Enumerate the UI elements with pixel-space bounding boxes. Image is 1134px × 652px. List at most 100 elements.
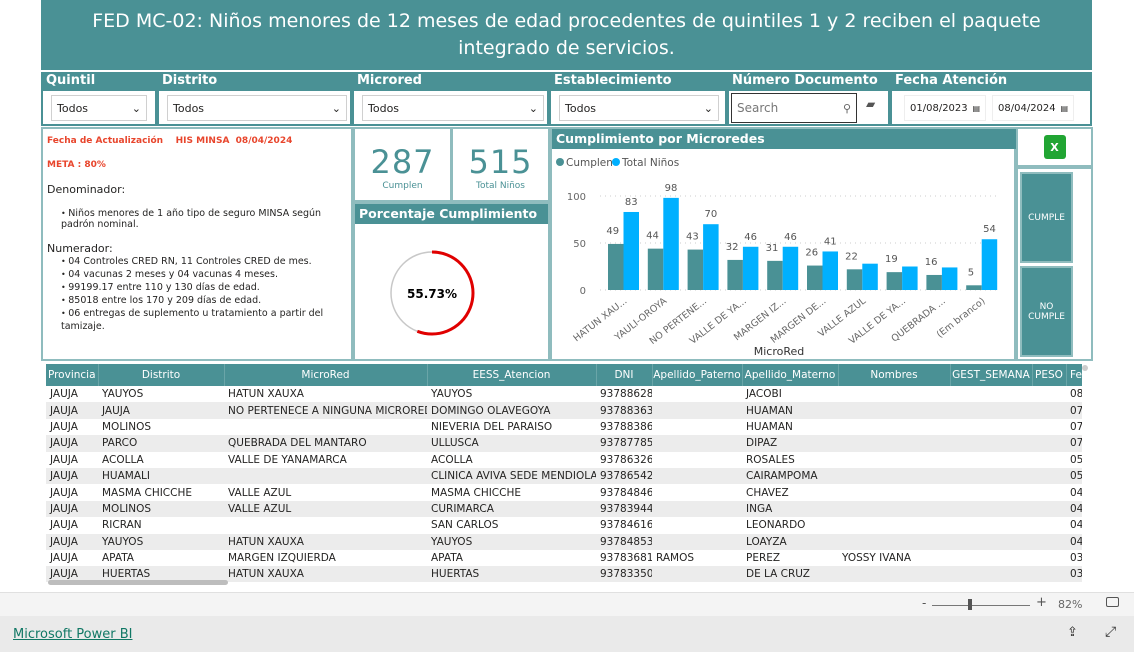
gauge-title: Porcentaje Cumplimiento (355, 204, 548, 224)
column-header[interactable]: Distrito (98, 364, 225, 386)
microred-value: Todos (368, 101, 400, 115)
zoom-slider[interactable] (932, 605, 1030, 606)
zoom-in-button[interactable]: + (1036, 595, 1047, 610)
column-header[interactable]: EESS_Atencion (427, 364, 597, 386)
column-header[interactable]: Apellido_Materno (742, 364, 839, 386)
table-cell (950, 566, 1032, 582)
kpi-total-label: Total Niños (475, 181, 525, 191)
search-input[interactable]: Search (737, 101, 778, 115)
table-cell (652, 419, 742, 435)
table-cell: 03 (1070, 552, 1082, 565)
table-row[interactable]: JAUJA MOLINOS VALLE AZUL CURIMARCA 93783944 I… (46, 500, 1082, 518)
table-cell (1032, 484, 1066, 500)
table-cell: 04 (1070, 519, 1082, 532)
table-cell: JAUJA (50, 486, 78, 499)
no-cumple-button[interactable]: NO CUMPLE (1020, 266, 1073, 357)
fit-to-page-icon[interactable] (1106, 597, 1119, 607)
column-header[interactable]: Fe (1066, 364, 1082, 386)
chevron-down-icon: ⌄ (131, 101, 141, 115)
distrito-filter: Distrito Todos ⌄ (157, 72, 352, 126)
bar-chart: Cumplen Total Niños0501004983HATUN XAU...… (556, 157, 998, 358)
table-cell: 93788386 (600, 420, 652, 433)
table-cell (950, 386, 1032, 402)
table-cell: 93787785 (596, 435, 652, 452)
cumple-button[interactable]: CUMPLE (1020, 172, 1073, 263)
column-header[interactable]: Apellido_Paterno (652, 364, 743, 386)
table-row[interactable]: JAUJA YAUYOS HATUN XAUXA YAUYOS 93788628 JACO… (46, 386, 1082, 402)
bar-cumplen (767, 260, 783, 290)
table-cell: CLINICA AVIVA SEDE MENDIOLA (427, 467, 596, 485)
table-cell: JAUJA (46, 533, 98, 550)
chevron-down-icon: ⌄ (331, 101, 341, 115)
bar-total-niños (862, 263, 878, 290)
microred-chart-panel: Cumplimiento por Microredes Cumplen Total… (550, 127, 1016, 361)
table-cell (1032, 452, 1066, 468)
table-cell: PEREZ (746, 552, 781, 565)
zoom-slider-thumb[interactable] (968, 599, 972, 610)
bar-total-niños (902, 266, 918, 290)
table-cell (1032, 500, 1066, 518)
horizontal-scrollbar[interactable] (48, 580, 228, 585)
list-item: 99199.17 entre 110 y 130 días de edad. (61, 281, 347, 294)
legend-label: Cumplen (566, 157, 613, 169)
table-cell (652, 467, 742, 485)
share-icon[interactable]: ⇪ (1067, 625, 1078, 640)
bar-total-niños (782, 246, 799, 290)
search-icon[interactable]: ⚲ (843, 102, 851, 115)
table-row[interactable]: JAUJA ACOLLA VALLE DE YANAMARCA ACOLLA 93786… (46, 452, 1082, 468)
establecimiento-dropdown[interactable]: Todos ⌄ (559, 95, 719, 121)
table-row[interactable]: JAUJA HUAMALI CLINICA AVIVA SEDE MENDIOLA 9… (46, 467, 1082, 485)
quintil-dropdown[interactable]: Todos ⌄ (51, 95, 147, 121)
table-row[interactable]: JAUJA MOLINOS NIEVERIA DEL PARAISO 93788386… (46, 419, 1082, 435)
table-cell (652, 566, 742, 582)
column-header[interactable]: Provincia (46, 364, 99, 386)
table-row[interactable]: JAUJA YAUYOS HATUN XAUXA YAUYOS 93784853 LOAY… (46, 533, 1082, 550)
column-header[interactable]: PESO (1032, 364, 1067, 386)
table-cell (950, 500, 1032, 518)
numerador-list: 04 Controles CRED RN, 11 Controles CRED … (61, 255, 347, 333)
table-cell (838, 467, 950, 485)
bar-total-niños (941, 267, 958, 290)
microred-dropdown[interactable]: Todos ⌄ (362, 95, 544, 121)
calendar-icon[interactable]: ▤ (1060, 104, 1068, 113)
distrito-dropdown[interactable]: Todos ⌄ (167, 95, 347, 121)
eraser-icon[interactable]: ▰ (866, 97, 875, 111)
x-axis-title: MicroRed (754, 345, 805, 358)
excel-export-button[interactable]: X (1016, 127, 1093, 167)
column-header[interactable]: DNI (596, 364, 653, 386)
column-header[interactable]: GEST_SEMANA (950, 364, 1033, 386)
data-label: 31 (766, 243, 779, 254)
list-item: 04 Controles CRED RN, 11 Controles CRED … (61, 255, 347, 268)
table-cell: ACOLLA (431, 453, 473, 466)
table-row[interactable]: JAUJA PARCO QUEBRADA DEL MANTARO ULLUSCA 937… (46, 435, 1082, 452)
vertical-scrollbar[interactable] (1082, 365, 1088, 371)
documento-search-box[interactable]: Search ⚲ (731, 93, 857, 123)
column-header[interactable]: Nombres (838, 364, 951, 386)
bar-total-niños (981, 239, 998, 290)
table-row[interactable]: JAUJA APATA MARGEN IZQUIERDA APATA 93783681 R… (46, 550, 1082, 566)
indicator-info-panel: Fecha de Actualización HIS MINSA 08/04/2… (41, 127, 353, 361)
data-label: 41 (824, 236, 837, 247)
kpi-cumplen-value: 287 (370, 143, 435, 181)
table-cell: JAUJA (50, 519, 78, 532)
fecha-from-input[interactable]: 01/08/2023 ▤ (904, 95, 986, 121)
fullscreen-icon[interactable]: ⤢ (1105, 624, 1116, 640)
calendar-icon[interactable]: ▤ (972, 104, 980, 113)
fecha-label: Fecha Atención (892, 72, 1090, 91)
table-row[interactable]: JAUJA JAUJA NO PERTENECE A NINGUNA MICRORE… (46, 402, 1082, 419)
table-cell: HATUN XAUXA (224, 533, 427, 550)
table-cell: 93783944 (596, 500, 652, 518)
table-row[interactable]: JAUJA RICRAN SAN CARLOS 93784616 LEONARDO 04 (46, 517, 1082, 533)
bottom-bar: Microsoft Power BI ⇪ ⤢ (0, 616, 1134, 652)
table-cell: 04 (1066, 533, 1082, 550)
table-cell: 93786542 (596, 467, 652, 485)
table-row[interactable]: JAUJA MASMA CHICCHE VALLE AZUL MASMA CHICCH… (46, 484, 1082, 500)
quintil-label: Quintil (43, 72, 155, 91)
bar-total-niños (663, 197, 679, 290)
zoom-out-button[interactable]: - (922, 596, 926, 610)
fecha-to-input[interactable]: 08/04/2024 ▤ (992, 95, 1074, 121)
table-cell: 07 (1070, 420, 1082, 433)
column-header[interactable]: MicroRed (224, 364, 428, 386)
table-cell: JAUJA (50, 552, 78, 565)
power-bi-link[interactable]: Microsoft Power BI (13, 627, 132, 642)
